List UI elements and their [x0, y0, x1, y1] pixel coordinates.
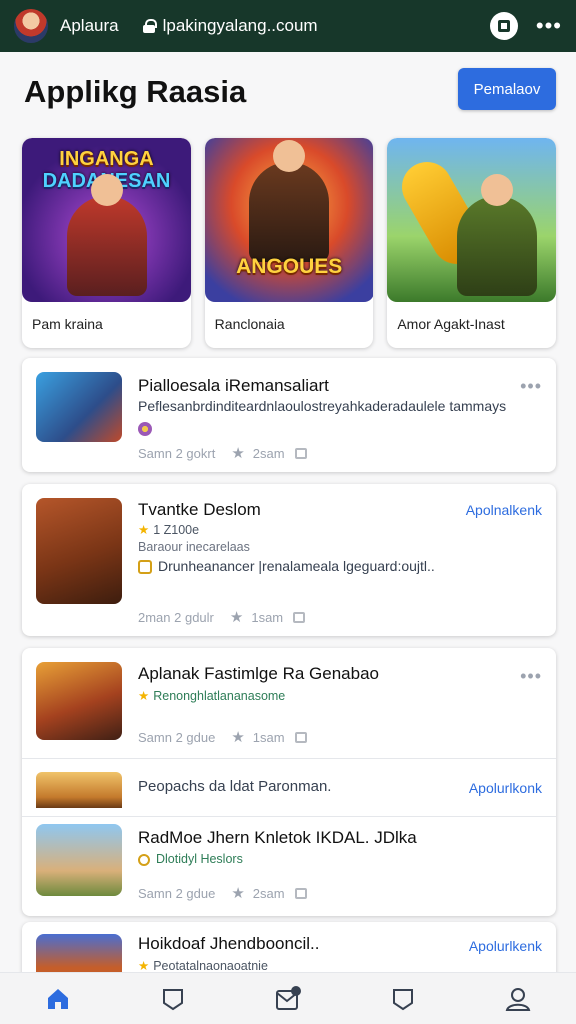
featured-label: Ranclonaia [214, 316, 285, 332]
meta-left: Samn 2 gdue [138, 885, 216, 901]
star-icon: ★ [138, 689, 150, 703]
app-list-card[interactable]: Tvantke Deslom Apolnalkenk ★ 1 Z100e Bara… [22, 484, 556, 636]
more-options-icon[interactable]: ••• [520, 666, 542, 687]
game-art-image: INGANGA DADANESAN [22, 138, 191, 302]
app-meta: Samn 2 gdue ★ 2sam [138, 884, 307, 902]
app-title: RadMoe Jhern Knletok IKDAL. JDlka [138, 828, 417, 847]
meta-left: Samn 2 gdue [138, 729, 216, 745]
star-icon: ★ [231, 885, 245, 902]
meta-left: 2man 2 gdulr [138, 609, 214, 625]
app-subtitle: ★ Peotatalnaonaoatnie [138, 958, 268, 973]
app-thumbnail [36, 372, 122, 442]
app-avatar-icon[interactable] [14, 9, 48, 43]
nav-profile-icon[interactable] [498, 979, 538, 1019]
more-options-icon[interactable]: ••• [536, 15, 562, 37]
star-icon: ★ [231, 729, 245, 746]
app-link[interactable]: Apolnalkenk [466, 502, 542, 518]
browser-top-bar: Aplaura lpakingyalang..coum ••• [0, 0, 576, 52]
more-options-icon[interactable]: ••• [520, 376, 542, 397]
game-art-image [387, 138, 557, 302]
app-meta: 2man 2 gdulr ★ 1sam [138, 608, 306, 626]
app-link[interactable]: Apolurlkonk [469, 780, 542, 796]
featured-row: INGANGA DADANESAN Pam kraina ANGOUES Ran… [22, 138, 557, 348]
featured-label: Amor Agakt-Inast [397, 316, 505, 332]
lock-icon [142, 19, 157, 33]
meta-right: 2sam [252, 885, 285, 901]
app-thumbnail [36, 662, 122, 740]
nav-messages-icon[interactable] [268, 979, 308, 1019]
art-caption: ANGOUES [236, 255, 343, 278]
star-icon: ★ [138, 959, 150, 973]
meta-right: 1sam [251, 609, 284, 625]
bottom-navigation [0, 972, 576, 1024]
character-figure [457, 174, 538, 296]
app-list-card[interactable]: Pialloesala iRemansaliart Peflesanbrdind… [22, 358, 556, 472]
bookmark-icon[interactable] [293, 611, 306, 623]
flower-icon [138, 422, 152, 436]
app-meta: Samn 2 gdue ★ 1sam [138, 728, 307, 746]
info-icon [138, 853, 150, 866]
app-thumbnail [36, 772, 122, 808]
game-art-image: ANGOUES [204, 138, 374, 302]
app-meta: Samn 2 gokrt ★ 2sam [138, 444, 307, 462]
bookmark-icon[interactable] [294, 447, 307, 459]
rating-text: 1 Z100e [153, 523, 200, 537]
subtitle-text: Dlotidyl Heslors [156, 852, 243, 866]
app-description: Peflesanbrdinditeardnlaoulostreyahkadera… [138, 398, 507, 414]
note-text: Drunheanancer |renalameala lgeguard:oujt… [158, 558, 435, 574]
url-text[interactable]: lpakingyalang..coum [163, 16, 490, 36]
bookmark-icon[interactable] [294, 731, 307, 743]
app-thumbnail [36, 498, 122, 604]
page-content: Applikg Raasia Pemalaov INGANGA DADANESA… [0, 52, 576, 982]
character-figure [249, 140, 330, 262]
subtitle-text: Peotatalnaonaoatnie [153, 959, 268, 973]
app-subtitle: ★ Renonghlatlananasome [138, 688, 285, 703]
art-caption: INGANGA [59, 148, 154, 170]
app-title: Aplanak Fastimlge Ra Genabao [138, 664, 379, 683]
note-icon [138, 560, 152, 575]
character-figure [66, 174, 147, 296]
bookmark-icon[interactable] [294, 887, 307, 899]
page-title: Applikg Raasia [24, 74, 247, 109]
app-title: Tvantke Deslom [138, 500, 261, 519]
app-title: Pialloesala iRemansaliart [138, 376, 329, 395]
nav-home-icon[interactable] [38, 979, 78, 1019]
tabs-icon[interactable] [489, 12, 518, 40]
featured-card[interactable]: INGANGA DADANESAN Pam kraina [22, 138, 191, 348]
app-subtitle: Dlotidyl Heslors [138, 852, 243, 866]
nav-bookmark-icon[interactable] [153, 979, 193, 1019]
featured-label: Pam kraina [32, 316, 103, 332]
star-icon: ★ [231, 445, 245, 462]
app-subtitle: Baraour inecarelaas [138, 540, 250, 554]
divider [22, 758, 556, 759]
app-link[interactable]: Apolurlkenk [469, 938, 542, 954]
app-note: Drunheanancer |renalameala lgeguard:oujt… [138, 558, 435, 575]
meta-right: 2sam [252, 445, 285, 461]
app-title: Hoikdoaf Jhendbooncil.. [138, 934, 320, 953]
app-name: Aplaura [60, 16, 119, 35]
meta-right: 1sam [252, 729, 285, 745]
divider [22, 816, 556, 817]
star-icon: ★ [138, 523, 150, 537]
app-thumbnail [36, 824, 122, 896]
app-extra-line: Peopachs da ldat Paronman. [138, 778, 332, 795]
nav-saved-icon[interactable] [383, 979, 423, 1019]
primary-action-button[interactable]: Pemalaov [458, 68, 556, 110]
featured-card[interactable]: Amor Agakt-Inast [387, 138, 557, 348]
star-icon: ★ [229, 609, 244, 626]
app-list-card-group: Aplanak Fastimlge Ra Genabao ★ Renonghlat… [22, 648, 556, 916]
meta-left: Samn 2 gokrt [138, 445, 216, 461]
app-rating: ★ 1 Z100e [138, 522, 199, 537]
featured-card[interactable]: ANGOUES Ranclonaia [204, 138, 374, 348]
subtitle-text: Renonghlatlananasome [153, 689, 286, 703]
